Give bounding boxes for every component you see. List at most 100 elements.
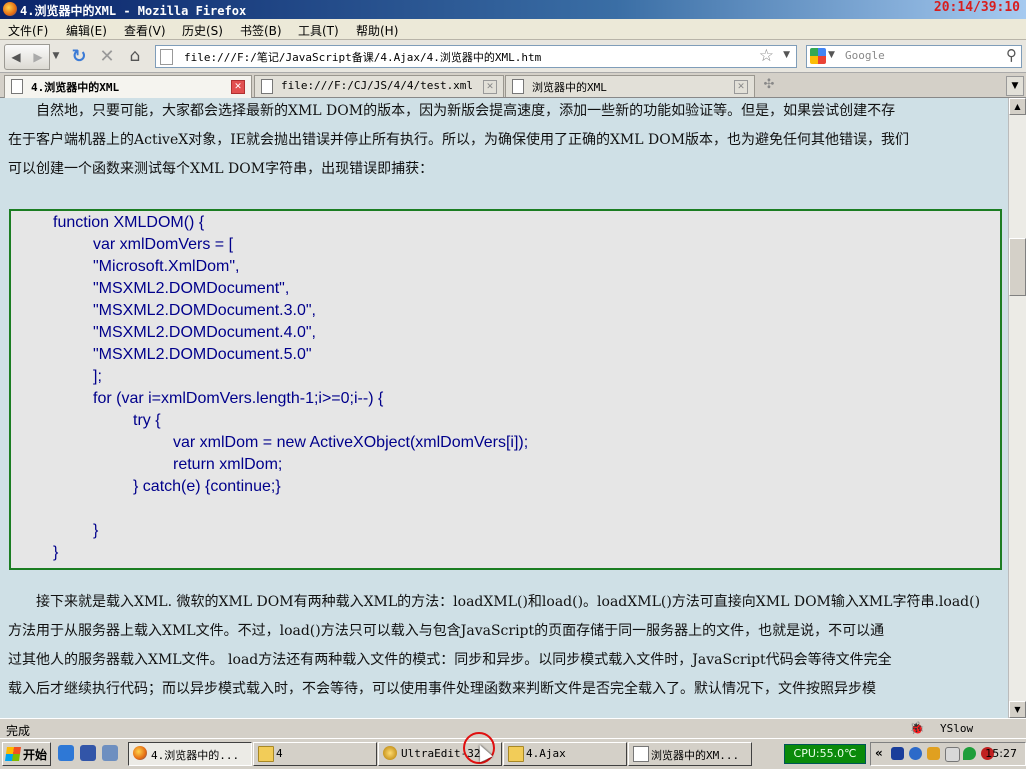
overlay-clock: 20:14/39:10	[933, 0, 1020, 15]
url-text: file:///F:/笔记/JavaScript备课/4.Ajax/4.浏览器中…	[184, 51, 542, 64]
tab-browser-xml[interactable]: 浏览器中的XML ✕	[505, 75, 755, 97]
menu-bookmarks[interactable]: 书签(B)	[240, 22, 282, 39]
folder-icon	[508, 746, 524, 762]
code-line: var xmlDomVers = [	[93, 236, 234, 253]
magnifier-icon[interactable]: ⚲	[1006, 46, 1017, 64]
text-line: 载入后才继续执行代码；而以异步模式载入时，不会等待，可以使用事件处理函数来判断文…	[8, 681, 876, 697]
menu-tools[interactable]: 工具(T)	[298, 22, 339, 39]
google-icon[interactable]	[810, 48, 826, 64]
text-line: 在于客户端机器上的ActiveX对象，IE就会抛出错误并停止所有执行。所以，为确…	[8, 132, 910, 148]
code-line: } catch(e) {continue;}	[133, 478, 281, 495]
chevron-down-icon: ▼	[1011, 81, 1019, 91]
text-line: 可以创建一个函数来测试每个XML DOM字符串，出现错误即捕获：	[8, 161, 434, 177]
tab-test-xml[interactable]: file:///F:/CJ/JS/4/4/test.xml ✕	[254, 75, 504, 97]
tab-label: file:///F:/CJ/JS/4/4/test.xml	[281, 79, 474, 92]
taskbar-button-folder-ajax[interactable]: 4.Ajax	[503, 742, 627, 766]
search-engine-dropdown-icon[interactable]: ▼	[828, 50, 835, 60]
menu-view[interactable]: 查看(V)	[124, 22, 166, 39]
scroll-down-arrow-icon[interactable]: ▼	[1009, 701, 1026, 718]
ultraedit-icon	[383, 746, 397, 760]
code-line: function XMLDOM() {	[53, 214, 205, 231]
firefox-icon	[133, 746, 147, 760]
stop-icon: ✕	[99, 45, 115, 67]
show-desktop-icon[interactable]	[102, 745, 118, 761]
start-button[interactable]: 开始	[2, 742, 51, 766]
windows-logo-icon	[5, 747, 21, 761]
tray-app-icon[interactable]	[945, 747, 960, 762]
taskbar-button-label: 4.浏览器中的...	[151, 749, 240, 762]
back-arrow-icon: ◀	[11, 50, 21, 64]
window-title-bar[interactable]: 4.浏览器中的XML - Mozilla Firefox 20:14/39:10	[0, 0, 1026, 19]
ie-icon[interactable]	[58, 745, 74, 761]
page-icon	[261, 79, 273, 94]
text-line: 过其他人的服务器载入XML文件。 load方法还有两种载入文件的模式：同步和异步…	[8, 652, 892, 668]
plus-icon: ✣	[763, 77, 775, 92]
menu-history[interactable]: 历史(S)	[182, 22, 223, 39]
search-bar[interactable]: ▼ Google ⚲	[806, 45, 1022, 68]
taskbar: 开始 4.浏览器中的... 4 UltraEdit-32 4.Ajax 浏览器中…	[0, 738, 1026, 769]
taskbar-button-label: 4	[276, 747, 283, 760]
taskbar-button-browser-xml[interactable]: 浏览器中的XM...	[628, 742, 752, 766]
tray-app-icon[interactable]	[927, 747, 940, 760]
back-button[interactable]: ◀	[4, 44, 28, 70]
bookmark-star-icon[interactable]: ☆	[759, 46, 774, 66]
taskbar-button-firefox[interactable]: 4.浏览器中的...	[128, 742, 252, 766]
tab-label: 浏览器中的XML	[532, 81, 607, 94]
paragraph-loading: 接下来就是载入XML. 微软的XML DOM有两种载入XML的方法：loadXM…	[8, 588, 1004, 704]
tray-expand-icon[interactable]: «	[875, 746, 883, 760]
taskbar-button-folder-4[interactable]: 4	[253, 742, 377, 766]
tab-list-button[interactable]: ▼	[1006, 76, 1024, 96]
code-line: ];	[93, 368, 102, 385]
menu-help[interactable]: 帮助(H)	[356, 22, 398, 39]
shield-icon[interactable]	[963, 747, 976, 760]
url-bar[interactable]: file:///F:/笔记/JavaScript备课/4.Ajax/4.浏览器中…	[155, 45, 797, 68]
text-line: 自然地，只要可能，大家都会选择最新的XML DOM的版本，因为新版会提高速度，添…	[8, 103, 896, 119]
scroll-up-arrow-icon[interactable]: ▲	[1009, 98, 1026, 115]
vertical-scrollbar[interactable]: ▲ ▼	[1008, 98, 1026, 718]
tab-close-icon[interactable]: ✕	[231, 80, 245, 94]
folder-icon	[258, 746, 274, 762]
taskbar-button-label: 浏览器中的XM...	[651, 749, 740, 762]
yslow-label[interactable]: YSlow	[940, 722, 973, 735]
code-line: try {	[133, 412, 161, 429]
new-tab-button[interactable]: ✣	[758, 77, 780, 95]
search-placeholder: Google	[845, 49, 885, 62]
tray-app-icon[interactable]	[891, 747, 904, 760]
tab-label: 4.浏览器中的XML	[31, 81, 120, 94]
code-line: var xmlDom = new ActiveXObject(xmlDomVer…	[173, 434, 529, 451]
page-content: 自然地，只要可能，大家都会选择最新的XML DOM的版本，因为新版会提高速度，添…	[0, 98, 1008, 718]
network-icon[interactable]	[909, 747, 922, 760]
page-icon	[633, 746, 649, 762]
tab-xml-page[interactable]: 4.浏览器中的XML ✕	[4, 75, 252, 98]
code-line: "Microsoft.XmlDom",	[93, 258, 240, 275]
quicklaunch-app-icon[interactable]	[80, 745, 96, 761]
stop-button[interactable]: ✕	[96, 44, 118, 68]
menu-edit[interactable]: 编辑(E)	[66, 22, 107, 39]
code-line: "MSXML2.DOMDocument.3.0",	[93, 302, 316, 319]
text-line: 方法用于从服务器上载入XML文件。不过，load()方法只可以载入与包含Java…	[8, 623, 885, 639]
firefox-icon	[3, 2, 17, 16]
code-line: }	[93, 522, 99, 539]
menu-file[interactable]: 文件(F)	[8, 22, 48, 39]
code-line: return xmlDom;	[173, 456, 283, 473]
taskbar-clock: 15:27	[985, 747, 1017, 760]
tab-close-icon[interactable]: ✕	[734, 80, 748, 94]
reload-button[interactable]: ↻	[68, 44, 90, 68]
taskbar-button-label: 4.Ajax	[526, 747, 566, 760]
scroll-thumb[interactable]	[1009, 238, 1026, 296]
reload-icon: ↻	[71, 45, 87, 67]
code-line: for (var i=xmlDomVers.length-1;i>=0;i--)…	[93, 390, 384, 407]
url-history-dropdown-icon[interactable]: ▼	[783, 50, 790, 60]
status-text: 完成	[6, 724, 31, 738]
cpu-temperature: CPU:55.0℃	[784, 744, 866, 764]
history-dropdown-button[interactable]: ▼	[50, 44, 62, 68]
page-icon	[160, 49, 173, 65]
navigation-toolbar: ◀ ▶ ▼ ↻ ✕ ⌂ file:///F:/笔记/JavaScript备课/4…	[0, 40, 1026, 73]
home-button[interactable]: ⌂	[124, 44, 146, 68]
tab-close-icon[interactable]: ✕	[483, 80, 497, 94]
home-icon: ⌂	[129, 46, 141, 66]
forward-button[interactable]: ▶	[27, 44, 50, 70]
menu-bar: 文件(F) 编辑(E) 查看(V) 历史(S) 书签(B) 工具(T) 帮助(H…	[0, 19, 1026, 40]
system-tray: « 15:27	[870, 742, 1026, 766]
firebug-icon[interactable]: 🐞	[908, 721, 926, 737]
